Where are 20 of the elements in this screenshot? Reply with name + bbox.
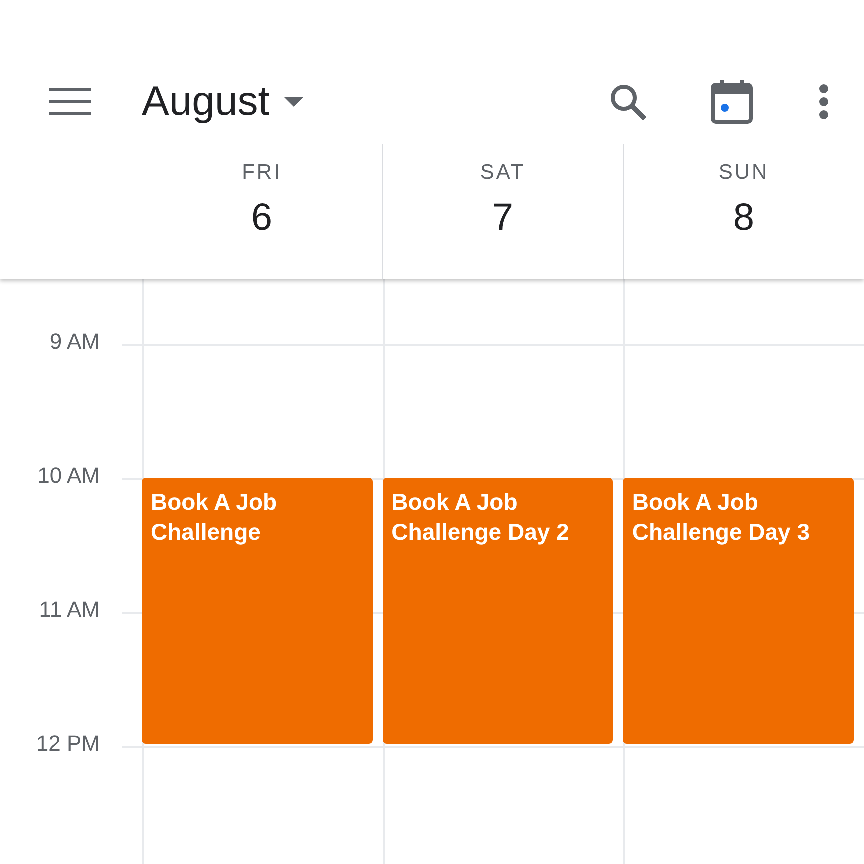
date-label: 6 xyxy=(251,199,273,237)
event-card[interactable]: Book A Job Challenge Day 2 xyxy=(382,478,614,744)
caret-icon xyxy=(284,97,304,107)
date-label: 8 xyxy=(733,199,755,237)
hour-label: 12 PM xyxy=(36,733,100,755)
menu-icon xyxy=(49,88,91,116)
event-card[interactable]: Book A Job Challenge Day 3 xyxy=(623,478,854,744)
hour-label: 9 AM xyxy=(50,331,100,353)
search-icon xyxy=(608,82,648,122)
calendar-icon xyxy=(711,80,753,124)
more-icon xyxy=(819,84,829,120)
date-label: 7 xyxy=(492,199,514,237)
hour-label: 11 AM xyxy=(39,599,100,621)
hour-label: 10 AM xyxy=(38,465,100,487)
weekday-label: SUN xyxy=(718,162,770,183)
weekday-label: FRI xyxy=(242,162,282,183)
today-button[interactable] xyxy=(710,80,754,124)
event-card[interactable]: Book A Job Challenge xyxy=(142,478,373,744)
month-selector[interactable]: August xyxy=(142,71,304,133)
weekday-label: SAT xyxy=(480,162,526,183)
